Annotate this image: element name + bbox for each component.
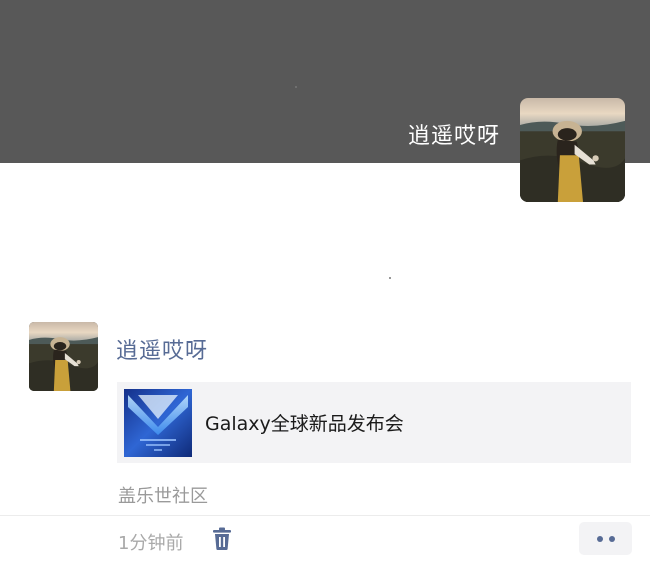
user-avatar-icon <box>29 322 98 391</box>
more-dots-icon <box>608 535 615 542</box>
divider <box>0 515 650 516</box>
trash-icon <box>213 527 231 550</box>
galaxy-event-thumbnail-icon <box>124 388 192 457</box>
more-dots-icon <box>596 535 603 542</box>
more-actions-button[interactable] <box>579 522 632 555</box>
link-thumbnail <box>124 388 192 457</box>
decorative-dot <box>295 86 297 88</box>
delete-button[interactable] <box>211 527 233 551</box>
post-author-name[interactable]: 逍遥哎呀 <box>116 333 208 365</box>
decorative-dot <box>389 277 391 279</box>
post-timestamp: 1分钟前 <box>118 533 184 554</box>
post-avatar[interactable] <box>29 322 98 391</box>
cover-avatar[interactable] <box>520 98 625 202</box>
cover-user-name[interactable]: 逍遥哎呀 <box>408 118 500 150</box>
user-avatar-icon <box>520 98 625 202</box>
post-source[interactable]: 盖乐世社区 <box>118 482 208 508</box>
shared-link-card[interactable]: Galaxy全球新品发布会 <box>117 382 631 463</box>
link-title: Galaxy全球新品发布会 <box>205 413 404 435</box>
